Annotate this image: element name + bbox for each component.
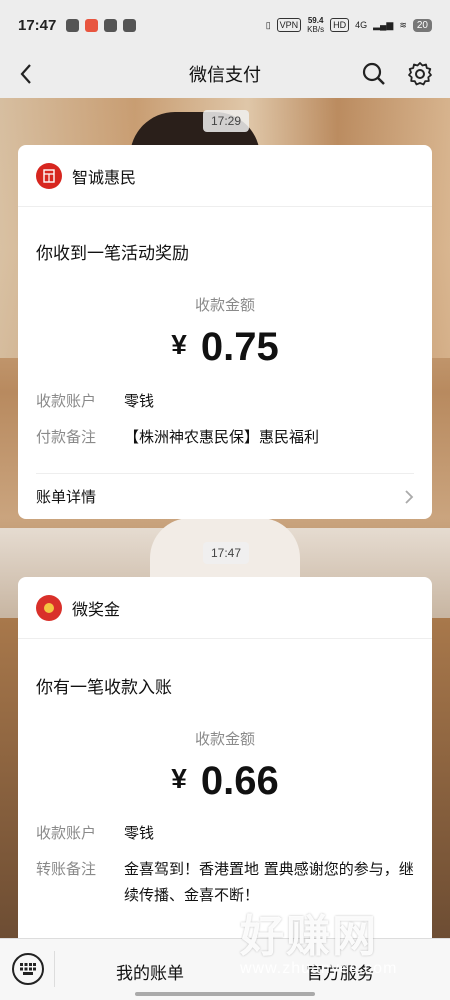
message-icon (66, 18, 80, 32)
field-row: 付款备注 【株洲神农惠民保】惠民福利 (18, 424, 432, 450)
field-key: 收款账户 (36, 824, 97, 842)
field-key: 转账备注 (36, 860, 97, 878)
page-title: 微信支付 (189, 65, 261, 86)
status-bar: 17:47 ▯ VPN 59.4 KB/s HD 4G ▂▄▆ ≋ 20 (0, 0, 450, 50)
net-speed: 59.4 KB/s (307, 16, 324, 34)
amount-label: 收款金额 (194, 730, 255, 748)
home-indicator[interactable] (135, 992, 315, 996)
amount-value: ¥0.66 (18, 759, 432, 804)
card-message: 你有一笔收款入账 (36, 678, 172, 698)
brand-name: 微奖金 (72, 599, 121, 619)
amount-label: 收款金额 (194, 296, 255, 314)
currency-symbol: ¥ (171, 329, 187, 360)
field-value: 【株洲神农惠民保】惠民福利 (124, 428, 320, 446)
notification-icons (66, 18, 137, 32)
wifi-icon: ≋ (399, 19, 407, 30)
bottom-bar-divider (54, 951, 55, 987)
bill-detail-link[interactable]: 账单详情 (36, 473, 414, 519)
battery-level: 20 (412, 18, 432, 32)
amount-number: 0.75 (200, 325, 279, 369)
watermark-title: 好赚网 (240, 911, 378, 962)
chevron-left-icon (20, 64, 31, 84)
field-row: 收款账户 零钱 (18, 820, 432, 846)
amount-value: ¥0.75 (18, 325, 432, 370)
search-button[interactable] (360, 60, 388, 88)
keyboard-toggle-button[interactable] (12, 953, 44, 985)
settings-button[interactable] (406, 60, 434, 88)
signal-icon: ▂▄▆ (373, 19, 394, 30)
keyboard-icon (20, 963, 36, 975)
status-time: 17:47 (18, 16, 57, 34)
bill-detail-label: 账单详情 (36, 488, 97, 506)
brand-logo-icon (36, 162, 62, 189)
net-speed-unit: KB/s (307, 25, 325, 34)
field-row: 收款账户 零钱 (18, 388, 432, 414)
watermark-url: www.zhuanyes.com (240, 960, 398, 977)
status-right: ▯ VPN 59.4 KB/s HD 4G ▂▄▆ ≋ 20 (266, 16, 432, 34)
card-message: 你收到一笔活动奖励 (36, 244, 189, 264)
vpn-badge: VPN (276, 18, 302, 32)
chevron-right-icon (405, 489, 414, 504)
brand-logo-icon (36, 594, 62, 621)
search-icon (362, 62, 385, 85)
vibrate-icon: ▯ (265, 19, 271, 30)
amount-number: 0.66 (200, 759, 279, 803)
message-timestamp: 17:29 (203, 110, 250, 132)
app-notification-icon (85, 18, 99, 32)
currency-symbol: ¥ (171, 763, 187, 794)
card-header: 微奖金 (18, 577, 432, 639)
network-type: 4G (355, 20, 368, 30)
tab-my-bills[interactable]: 我的账单 (116, 959, 184, 984)
gear-icon (408, 62, 432, 86)
message-timestamp: 17:47 (203, 542, 250, 564)
net-speed-value: 59.4 (307, 16, 324, 25)
hd-badge: HD (330, 18, 350, 32)
wechat-icon (104, 18, 118, 32)
watermark: 好赚网 www.zhuanyes.com (240, 900, 440, 990)
field-value: 零钱 (124, 392, 155, 410)
brand-name: 智诚惠民 (72, 167, 137, 187)
field-key: 收款账户 (36, 392, 97, 410)
card-header: 智诚惠民 (18, 145, 432, 207)
payment-card[interactable]: 微奖金 你有一笔收款入账 收款金额 ¥0.66 收款账户 零钱 转账备注 金喜驾… (18, 577, 432, 938)
wechat-icon-2 (123, 18, 137, 32)
card-fields: 收款账户 零钱 转账备注 金喜驾到！香港置地 置典感谢您的参与，继续传播、金喜不… (18, 820, 432, 908)
back-button[interactable] (12, 60, 40, 88)
nav-bar: 微信支付 (0, 50, 450, 98)
field-value: 零钱 (124, 824, 155, 842)
field-key: 付款备注 (36, 428, 97, 446)
card-fields: 收款账户 零钱 付款备注 【株洲神农惠民保】惠民福利 (18, 388, 432, 450)
payment-card[interactable]: 智诚惠民 你收到一笔活动奖励 收款金额 ¥0.75 收款账户 零钱 付款备注 【… (18, 145, 432, 519)
